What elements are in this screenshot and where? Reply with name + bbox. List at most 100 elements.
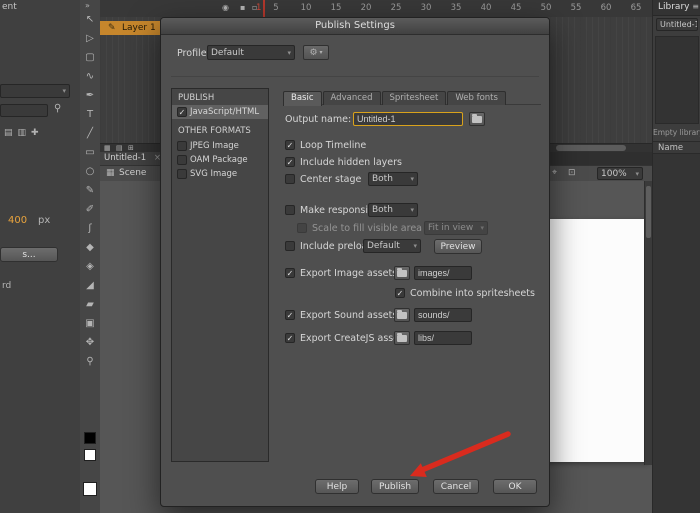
loop-timeline-checkbox[interactable]: ✓ — [285, 140, 295, 150]
preview-button[interactable]: Preview — [434, 239, 482, 254]
selection-tool-icon[interactable]: ↖ — [86, 14, 94, 25]
export-sound-assets-checkbox[interactable]: ✓ — [285, 310, 295, 320]
stage-vscrollbar-thumb[interactable] — [646, 186, 651, 238]
javascript-html-checkbox[interactable]: ✓ — [177, 107, 187, 117]
export-createjs-folder-button[interactable] — [394, 331, 410, 345]
center-stage-icon[interactable]: ⌖ — [552, 168, 557, 178]
include-hidden-layers-checkbox[interactable]: ✓ — [285, 157, 295, 167]
subselection-tool-icon[interactable]: ▷ — [86, 33, 94, 44]
stroke-color-swatch[interactable] — [84, 432, 96, 444]
rectangle-tool-icon[interactable]: ▭ — [85, 147, 94, 158]
properties-dropdown[interactable]: ▾ — [0, 84, 70, 98]
pen-tool-icon[interactable]: ✒ — [86, 90, 94, 101]
scale-to-fill-dropdown[interactable]: Fit in view ▾ — [424, 221, 488, 235]
edit-multiple-frames-icon[interactable]: ⊞ — [128, 144, 134, 152]
jpeg-image-checkbox[interactable] — [177, 141, 187, 151]
publish-settings-shortcut-button[interactable]: s... — [0, 247, 58, 262]
fill-color-large-swatch[interactable] — [83, 482, 97, 496]
pencil-tool-icon[interactable]: ✎ — [86, 185, 94, 196]
include-preloader-dropdown[interactable]: Default ▾ — [363, 239, 421, 253]
eraser-tool-icon[interactable]: ▰ — [86, 299, 94, 310]
library-item-list[interactable] — [653, 154, 700, 513]
onion-outline-icon[interactable]: ▤ — [116, 144, 123, 152]
publish-button[interactable]: Publish — [371, 479, 419, 494]
make-responsive-checkbox[interactable] — [285, 205, 295, 215]
lock-icon[interactable]: ▪ — [240, 3, 245, 12]
svg-image-checkbox[interactable] — [177, 169, 187, 179]
profile-dropdown[interactable]: Default ▾ — [207, 45, 295, 60]
combine-spritesheets-checkbox[interactable]: ✓ — [395, 288, 405, 298]
export-image-path-input[interactable] — [414, 266, 472, 280]
fill-color-swatch[interactable] — [84, 449, 96, 461]
ruler-number: 40 — [476, 3, 496, 13]
tab-web-fonts[interactable]: Web fonts — [447, 91, 506, 105]
oam-package-checkbox[interactable] — [177, 155, 187, 165]
paint-bucket-tool-icon[interactable]: ◆ — [86, 242, 94, 253]
playhead-frame-number[interactable]: 1 — [256, 3, 261, 13]
include-preloader-checkbox[interactable] — [285, 241, 295, 251]
clip-content-icon[interactable]: ⊡ — [568, 168, 576, 178]
profile-options-button[interactable]: ⚙ ▾ — [303, 45, 329, 60]
hand-tool-icon[interactable]: ✥ — [86, 337, 94, 348]
library-tab-label[interactable]: Library — [658, 2, 689, 12]
make-responsive-dropdown[interactable]: Both ▾ — [368, 203, 418, 217]
format-item-jpeg-image[interactable]: JPEG Image — [172, 139, 268, 153]
line-tool-icon[interactable]: ╱ — [87, 128, 93, 139]
export-sound-path-input[interactable] — [414, 308, 472, 322]
brush-tool-icon[interactable]: ✐ — [86, 204, 94, 215]
export-createjs-assets-checkbox[interactable]: ✓ — [285, 333, 295, 343]
tab-basic[interactable]: Basic — [283, 91, 322, 106]
panel-menu-icon[interactable]: ≡ — [692, 2, 699, 11]
output-name-input[interactable] — [353, 112, 463, 126]
properties-small-field[interactable] — [0, 104, 48, 117]
format-item-javascript-html[interactable]: ✓ JavaScript/HTML — [172, 105, 268, 119]
library-document-dropdown[interactable]: Untitled-1 — [656, 18, 698, 31]
export-sound-folder-button[interactable] — [394, 308, 410, 322]
free-transform-tool-icon[interactable]: ▢ — [85, 52, 94, 63]
export-image-assets-checkbox[interactable]: ✓ — [285, 268, 295, 278]
center-stage-label: Center stage — [300, 172, 361, 187]
onion-skin-icon[interactable]: ▦ — [104, 144, 111, 152]
format-item-svg-image[interactable]: SVG Image — [172, 167, 268, 181]
ink-bottle-tool-icon[interactable]: ◈ — [86, 261, 94, 272]
eye-icon[interactable]: ◉ — [222, 3, 229, 12]
include-hidden-layers-row: ✓ Include hidden layers — [283, 155, 541, 171]
layer-name[interactable]: Layer 1 — [122, 21, 156, 35]
text-tool-icon[interactable]: T — [87, 109, 93, 120]
timeline-ruler[interactable]: ◉ ▪ ▫ 1 5 10 15 20 25 30 35 40 45 50 55 … — [100, 0, 652, 18]
divider — [171, 76, 539, 77]
lasso-tool-icon[interactable]: ∿ — [86, 71, 94, 82]
export-image-folder-button[interactable] — [394, 266, 410, 280]
bone-tool-icon[interactable]: ʃ — [88, 223, 91, 234]
document-tab[interactable]: Untitled-1 × — [100, 152, 163, 165]
format-item-oam-package[interactable]: OAM Package — [172, 153, 268, 167]
export-createjs-path-input[interactable] — [414, 331, 472, 345]
timeline-hscrollbar-thumb[interactable] — [556, 145, 626, 151]
playhead-marker[interactable] — [263, 0, 265, 17]
zoom-level-value: 100% — [601, 169, 627, 179]
properties-clipped-text: ent — [2, 2, 17, 12]
eyedropper-tool-icon[interactable]: ◢ — [86, 280, 94, 291]
output-folder-button[interactable] — [469, 112, 485, 126]
center-stage-dropdown[interactable]: Both ▾ — [368, 172, 418, 186]
panel-collapse-icon[interactable]: » — [85, 1, 90, 10]
magnifier-icon[interactable]: ⚲ — [54, 103, 61, 114]
tab-spritesheet[interactable]: Spritesheet — [382, 91, 447, 105]
library-document-name: Untitled-1 — [660, 20, 698, 29]
oval-tool-icon[interactable]: ○ — [86, 166, 95, 177]
tab-advanced[interactable]: Advanced — [323, 91, 381, 105]
camera-tool-icon[interactable]: ▣ — [85, 318, 94, 329]
scale-to-fill-checkbox[interactable] — [297, 223, 307, 233]
include-preloader-row: Include preloader Default ▾ Preview — [283, 239, 541, 255]
make-responsive-row: Make responsive Both ▾ — [283, 203, 541, 219]
cancel-button[interactable]: Cancel — [433, 479, 479, 494]
help-button[interactable]: Help — [315, 479, 359, 494]
dialog-title-bar[interactable]: Publish Settings — [161, 18, 549, 35]
zoom-level-dropdown[interactable]: 100% ▾ — [597, 167, 643, 180]
zoom-tool-icon[interactable]: ⚲ — [86, 356, 93, 367]
profile-value: Default — [211, 48, 244, 58]
ok-button[interactable]: OK — [493, 479, 537, 494]
center-stage-checkbox[interactable] — [285, 174, 295, 184]
stage-width-value[interactable]: 400 — [8, 215, 27, 226]
library-name-column-header[interactable]: Name — [653, 141, 700, 154]
